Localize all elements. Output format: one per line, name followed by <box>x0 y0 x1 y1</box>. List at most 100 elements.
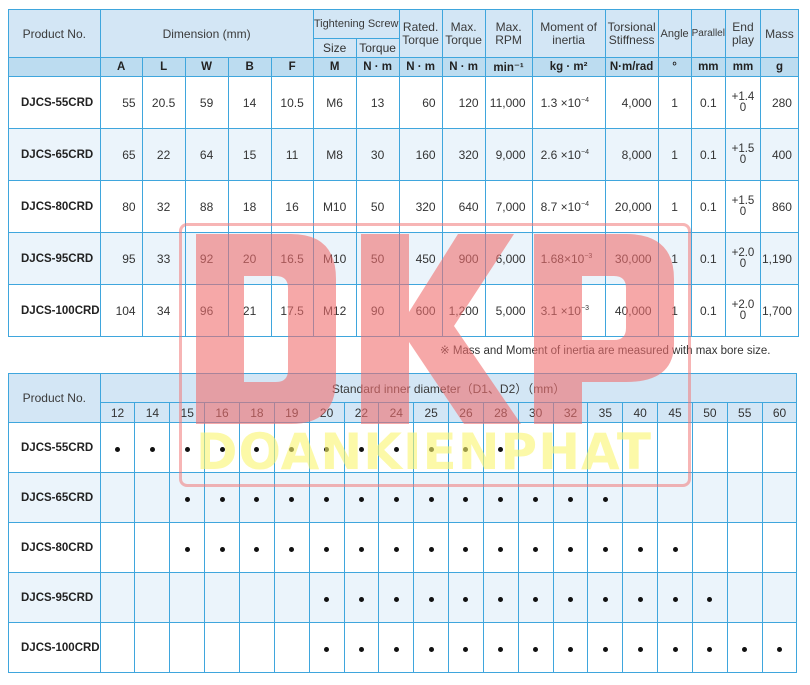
unit-F: F <box>270 57 314 77</box>
product-no: DJCS-65CRD <box>8 472 101 523</box>
bore-cell-28 <box>482 422 519 473</box>
available-dot-icon <box>533 546 539 552</box>
bore-cell-55 <box>726 622 763 673</box>
available-dot-icon <box>393 646 399 652</box>
max-rpm: 6,000 <box>484 232 533 285</box>
moment-of-inertia: 2.6 ×10−4 <box>531 128 606 181</box>
bore-cell-35 <box>587 622 624 673</box>
parallel: 0.1 <box>690 180 726 233</box>
available-dot-icon <box>463 446 469 452</box>
diameter-25: 25 <box>413 402 450 423</box>
end-play: +2.0 0 <box>724 284 761 337</box>
diameter-50: 50 <box>691 402 728 423</box>
dim-a: 95 <box>99 232 143 285</box>
angle: 1 <box>657 76 692 129</box>
bore-cell-25 <box>413 522 450 573</box>
bore-cell-40 <box>622 622 659 673</box>
bore-cell-50 <box>691 522 728 573</box>
bore-cell-28 <box>482 622 519 673</box>
torsional-stiffness: 40,000 <box>604 284 659 337</box>
available-dot-icon <box>428 646 434 652</box>
bore-cell-35 <box>587 572 624 623</box>
inertia-mantissa: 1.68×10 <box>540 251 585 266</box>
bore-cell-28 <box>482 522 519 573</box>
max-torque: 1,200 <box>441 284 486 337</box>
available-dot-icon <box>428 446 434 452</box>
available-dot-icon <box>393 496 399 502</box>
available-dot-icon <box>428 496 434 502</box>
bore-cell-15 <box>169 572 206 623</box>
moment-of-inertia: 1.68×10−3 <box>531 232 606 285</box>
available-dot-icon <box>219 496 225 502</box>
unit-blank <box>8 57 101 77</box>
bore-cell-16 <box>204 422 240 473</box>
available-dot-icon <box>358 446 364 452</box>
available-dot-icon <box>672 596 678 602</box>
bore-cell-40 <box>622 422 659 473</box>
bore-cell-32 <box>552 472 589 523</box>
header-max-rpm: Max. RPM <box>484 9 533 58</box>
diameter-30: 30 <box>517 402 554 423</box>
header-rated-torque: Rated. Torque <box>398 9 443 58</box>
bore-cell-12 <box>99 572 136 623</box>
screw-size: M6 <box>312 76 357 129</box>
spec-units-row: A L W B F M N · m N · m N · m min⁻¹ kg ·… <box>8 57 799 77</box>
bore-cell-20 <box>308 422 345 473</box>
end-play-minus: 0 <box>739 205 747 218</box>
bore-cell-12 <box>99 422 136 473</box>
bore-cell-12 <box>99 472 136 523</box>
bore-cell-18 <box>238 422 275 473</box>
product-no: DJCS-65CRD <box>8 128 101 181</box>
available-dot-icon <box>533 496 539 502</box>
available-dot-icon <box>463 596 469 602</box>
inertia-exponent: −3 <box>584 252 593 260</box>
available-dot-icon <box>393 596 399 602</box>
product-no: DJCS-100CRD <box>8 622 101 673</box>
moment-of-inertia: 8.7 ×10−4 <box>531 180 606 233</box>
bore-cell-25 <box>413 572 450 623</box>
bore-cell-35 <box>587 472 624 523</box>
unit-max-rpm: min⁻¹ <box>484 57 533 77</box>
unit-stiffness: N·m/rad <box>604 57 659 77</box>
end-play-minus: 0 <box>739 257 747 270</box>
available-dot-icon <box>184 496 190 502</box>
bore-cell-15 <box>169 472 206 523</box>
product-no: DJCS-55CRD <box>8 76 101 129</box>
available-dot-icon <box>289 446 295 452</box>
end-play-plus: +1.5 <box>731 194 755 207</box>
product-no: DJCS-95CRD <box>8 232 101 285</box>
dim-l: 34 <box>141 284 186 337</box>
bore-cell-50 <box>691 572 728 623</box>
bore-cell-25 <box>413 422 450 473</box>
parallel: 0.1 <box>690 128 726 181</box>
max-torque: 640 <box>441 180 486 233</box>
unit-M: M <box>312 57 357 77</box>
dim-f: 10.5 <box>270 76 314 129</box>
inertia-mantissa: 1.3 ×10 <box>540 95 581 110</box>
available-dot-icon <box>149 446 155 452</box>
mass: 860 <box>759 180 799 233</box>
screw-torque: 50 <box>355 232 400 285</box>
product-no: DJCS-100CRD <box>8 284 101 337</box>
available-dot-icon <box>533 646 539 652</box>
bore-cell-19 <box>273 572 310 623</box>
bore-cell-24 <box>378 472 415 523</box>
available-dot-icon <box>498 546 504 552</box>
spec-header-row-1: Product No. Dimension (mm) Tightening Sc… <box>8 9 799 58</box>
angle: 1 <box>657 180 692 233</box>
header-angle: Angle <box>657 9 692 58</box>
diameter-35: 35 <box>587 402 624 423</box>
mass: 1,700 <box>759 284 799 337</box>
diameter-12: 12 <box>99 402 136 423</box>
dim-l: 22 <box>141 128 186 181</box>
available-dot-icon <box>672 646 678 652</box>
bore-cell-16 <box>204 572 240 623</box>
torsional-stiffness: 30,000 <box>604 232 659 285</box>
inertia-exponent: −3 <box>580 304 589 312</box>
bore-row: DJCS-100CRD <box>8 622 798 673</box>
bore-cell-26 <box>448 522 484 573</box>
inertia-exponent: −4 <box>580 148 589 156</box>
available-dot-icon <box>324 446 330 452</box>
available-dot-icon <box>324 596 330 602</box>
dim-l: 33 <box>141 232 186 285</box>
